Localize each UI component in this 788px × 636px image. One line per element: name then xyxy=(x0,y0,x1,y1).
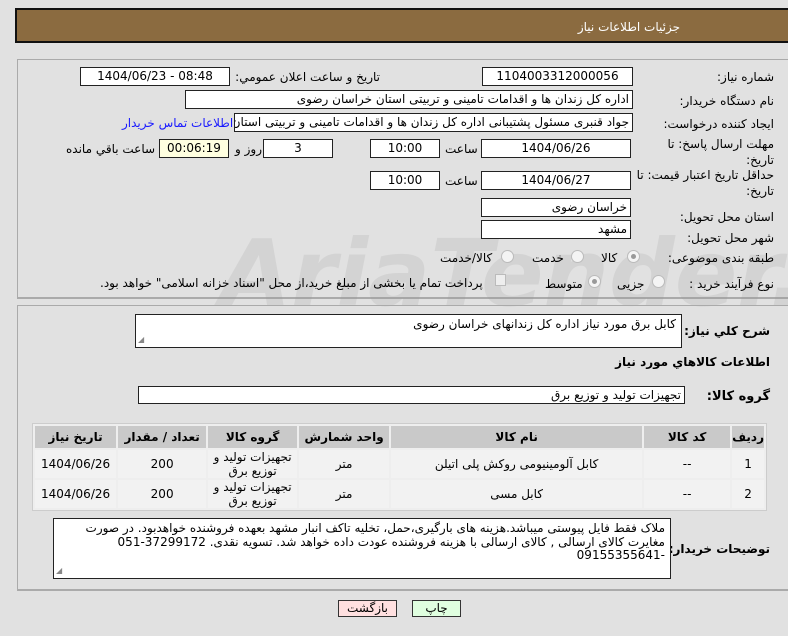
buyer-notes-textarea[interactable]: ملاک فقط فایل پیوستی میباشد.هزینه های با… xyxy=(53,518,671,579)
process-radio-minor[interactable] xyxy=(652,275,665,288)
col-code: کد کالا xyxy=(644,426,731,448)
table-row: 2 -- کابل مسی متر تجهیزات تولید و توزیع … xyxy=(35,480,764,508)
validity-label: حداقل تاریخ اعتبار قیمت: تا تاریخ: xyxy=(636,168,774,198)
col-row: ردیف xyxy=(732,426,764,448)
cell-group: تجهیزات تولید و توزیع برق xyxy=(208,480,298,508)
process-option-medium: متوسط xyxy=(545,277,583,291)
province-label: استان محل تحویل: xyxy=(679,210,774,224)
province-field: خراسان رضوی xyxy=(481,198,631,217)
category-radio-both[interactable] xyxy=(501,250,514,263)
city-label: شهر محل تحویل: xyxy=(687,231,774,245)
process-option-minor: جزیی xyxy=(617,277,645,291)
need-number-label: شماره نیاز: xyxy=(717,70,774,84)
category-option-both: کالا/خدمت xyxy=(440,251,493,265)
group-field: تجهیزات تولید و توزیع برق xyxy=(138,386,685,404)
days-field: 3 xyxy=(263,139,333,158)
cell-date: 1404/06/26 xyxy=(35,450,117,478)
category-radio-service[interactable] xyxy=(571,250,584,263)
summary-textarea[interactable]: کابل برق مورد نیاز اداره کل زندانهای خرا… xyxy=(135,314,682,348)
print-button[interactable]: چاپ xyxy=(412,600,461,617)
buyer-notes-text: ملاک فقط فایل پیوستی میباشد.هزینه های با… xyxy=(85,521,665,562)
deadline-label: مهلت ارسال پاسخ: تا تاریخ: xyxy=(667,137,774,167)
cell-row: 1 xyxy=(732,450,764,478)
announce-field: 1404/06/23 - 08:48 xyxy=(80,67,230,86)
col-group: گروه کالا xyxy=(208,426,298,448)
goods-section-title: اطلاعات کالاهاي مورد نیاز xyxy=(615,355,770,369)
cell-name: کابل آلومینیومی روکش پلی اتیلن xyxy=(391,450,643,478)
cell-group: تجهیزات تولید و توزیع برق xyxy=(208,450,298,478)
cell-unit: متر xyxy=(299,480,390,508)
goods-table: ردیف کد کالا نام کالا واحد شمارش گروه کا… xyxy=(32,423,767,511)
back-button[interactable]: بازگشت xyxy=(338,600,397,617)
deadline-date-field: 1404/06/26 xyxy=(481,139,631,158)
summary-label: شرح کلي نیاز: xyxy=(684,324,770,338)
cell-row: 2 xyxy=(732,480,764,508)
process-radio-medium[interactable] xyxy=(588,275,601,288)
resize-grip-icon[interactable]: ◢ xyxy=(56,564,62,578)
validity-time-label: ساعت xyxy=(445,174,478,188)
col-date: تاریخ نیاز xyxy=(35,426,117,448)
cell-unit: متر xyxy=(299,450,390,478)
creator-field: جواد قنبری مسئول پشتیبانی اداره کل زندان… xyxy=(234,113,633,132)
cell-name: کابل مسی xyxy=(391,480,643,508)
page-title: جزئیات اطلاعات نیاز xyxy=(577,20,680,34)
cell-code: -- xyxy=(644,450,731,478)
category-option-goods: کالا xyxy=(601,251,618,265)
remaining-time-field: 00:06:19 xyxy=(159,139,229,158)
announce-label: تاریخ و ساعت اعلان عمومي: xyxy=(235,70,380,84)
col-unit: واحد شمارش xyxy=(299,426,390,448)
cell-date: 1404/06/26 xyxy=(35,480,117,508)
payment-note: پرداخت تمام یا بخشی از مبلغ خرید،از محل … xyxy=(100,276,483,290)
treasury-checkbox[interactable] xyxy=(495,274,506,286)
remaining-label: ساعت باقي مانده xyxy=(66,142,156,156)
deadline-time-label: ساعت xyxy=(445,142,478,156)
cell-code: -- xyxy=(644,480,731,508)
creator-label: ایجاد کننده درخواست: xyxy=(663,117,774,131)
category-option-service: خدمت xyxy=(532,251,564,265)
city-field: مشهد xyxy=(481,220,631,239)
validity-time-field: 10:00 xyxy=(370,171,440,190)
summary-text: کابل برق مورد نیاز اداره کل زندانهای خرا… xyxy=(413,317,676,331)
need-number-field: 1104003312000056 xyxy=(482,67,633,86)
process-label: نوع فرآیند خرید : xyxy=(689,277,774,291)
validity-date-field: 1404/06/27 xyxy=(481,171,631,190)
days-label: روز و xyxy=(235,142,262,156)
deadline-time-field: 10:00 xyxy=(370,139,440,158)
cell-qty: 200 xyxy=(118,480,207,508)
buyer-org-field: اداره کل زندان ها و اقدامات تامینی و ترب… xyxy=(185,90,633,109)
col-qty: تعداد / مقدار xyxy=(118,426,207,448)
resize-grip-icon[interactable]: ◢ xyxy=(138,333,144,346)
table-row: 1 -- کابل آلومینیومی روکش پلی اتیلن متر … xyxy=(35,450,764,478)
category-radio-goods[interactable] xyxy=(627,250,640,263)
buyer-contact-link[interactable]: اطلاعات تماس خریدار xyxy=(122,116,233,130)
buyer-org-label: نام دستگاه خریدار: xyxy=(679,94,775,108)
category-label: طبقه بندی موضوعی: xyxy=(667,251,774,265)
group-label: گروه کالا: xyxy=(706,389,770,404)
col-name: نام کالا xyxy=(391,426,643,448)
cell-qty: 200 xyxy=(118,450,207,478)
page-header: جزئیات اطلاعات نیاز xyxy=(15,8,788,43)
buyer-notes-label: توضیحات خریدار: xyxy=(668,542,770,556)
table-header-row: ردیف کد کالا نام کالا واحد شمارش گروه کا… xyxy=(35,426,764,448)
